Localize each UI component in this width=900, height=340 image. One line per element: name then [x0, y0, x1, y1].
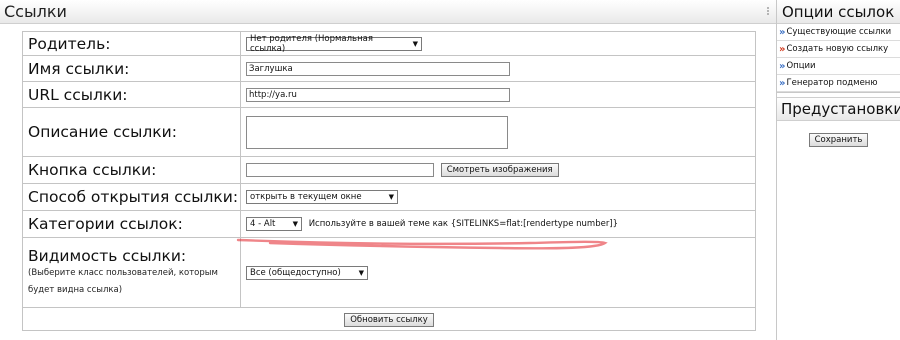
- page: Ссылки Родитель: Нет родителя (Нормальна…: [0, 0, 900, 340]
- link-edit-form: Родитель: Нет родителя (Нормальная ссылк…: [22, 31, 756, 331]
- form-row-open-mode: Способ открытия ссылки: открыть в текуще…: [22, 183, 756, 211]
- visibility-select[interactable]: Все (общедоступно) ▼: [246, 265, 368, 280]
- update-link-button[interactable]: Обновить ссылку: [344, 313, 434, 327]
- sidebar-title: Опции ссылок: [777, 0, 900, 24]
- categories-label: Категории ссылок:: [22, 210, 241, 238]
- sidebar-item-label: Существующие ссылки: [786, 27, 892, 37]
- page-title: Ссылки: [4, 2, 67, 21]
- main-panel: Ссылки Родитель: Нет родителя (Нормальна…: [0, 0, 777, 340]
- parent-label: Родитель:: [22, 31, 241, 56]
- presets-save-wrapper: Сохранить: [777, 133, 900, 147]
- visibility-label: Видимость ссылки:: [28, 246, 187, 265]
- view-images-button[interactable]: Смотреть изображения: [440, 163, 559, 177]
- sidebar: Опции ссылок » Существующие ссылки » Соз…: [777, 0, 900, 340]
- resize-grip-icon[interactable]: [764, 6, 772, 18]
- visibility-sublabel: (Выберите класс пользователей, которым б…: [28, 267, 218, 295]
- link-name-label: Имя ссылки:: [22, 55, 241, 82]
- sidebar-item-create-link[interactable]: » Создать новую ссылку: [777, 41, 900, 58]
- button-label: Кнопка ссылки:: [22, 156, 241, 184]
- form-row-link-url: URL ссылки: http://ya.ru: [22, 81, 756, 108]
- sidebar-item-label: Опции: [786, 61, 816, 71]
- form-row-categories: Категории ссылок: 4 - Alt ▼ Используйте …: [22, 210, 756, 238]
- chevron-down-icon: ▼: [292, 220, 298, 228]
- link-url-input[interactable]: http://ya.ru: [246, 87, 510, 102]
- double-chevron-icon: »: [779, 77, 786, 89]
- sidebar-item-submenu-generator[interactable]: » Генератор подменю: [777, 75, 900, 92]
- visibility-label-cell: Видимость ссылки: (Выберите класс пользо…: [22, 237, 241, 308]
- open-mode-label: Способ открытия ссылки:: [22, 183, 241, 211]
- categories-hint: Используйте в вашей теме как {SITELINKS=…: [308, 219, 619, 229]
- form-row-button: Кнопка ссылки: Смотреть изображения: [22, 156, 756, 184]
- chevron-down-icon: ▼: [388, 193, 394, 201]
- open-mode-select[interactable]: открыть в текущем окне ▼: [246, 190, 398, 204]
- parent-select[interactable]: Нет родителя (Нормальная ссылка) ▼: [246, 33, 422, 54]
- form-row-submit: Обновить ссылку: [22, 307, 756, 331]
- sidebar-item-existing-links[interactable]: » Существующие ссылки: [777, 24, 900, 41]
- link-name-input[interactable]: Заглушка: [246, 61, 510, 76]
- main-header: Ссылки: [0, 0, 776, 24]
- save-preset-button[interactable]: Сохранить: [808, 133, 869, 147]
- description-label: Описание ссылки:: [22, 107, 241, 157]
- sidebar-item-options[interactable]: » Опции: [777, 58, 900, 75]
- description-textarea[interactable]: [246, 115, 508, 149]
- chevron-down-icon: ▼: [358, 268, 364, 277]
- button-image-input[interactable]: [246, 163, 434, 177]
- sidebar-item-label: Создать новую ссылку: [786, 44, 889, 54]
- double-chevron-icon: »: [779, 26, 786, 38]
- open-mode-select-value: открыть в текущем окне: [250, 192, 362, 202]
- submit-cell: Обновить ссылку: [22, 307, 756, 331]
- double-chevron-icon: »: [779, 60, 786, 72]
- double-chevron-icon: »: [779, 43, 786, 55]
- form-row-link-name: Имя ссылки: Заглушка: [22, 55, 756, 82]
- form-row-description: Описание ссылки:: [22, 107, 756, 157]
- link-url-label: URL ссылки:: [22, 81, 241, 108]
- sidebar-menu: » Существующие ссылки » Создать новую сс…: [777, 24, 900, 93]
- sidebar-item-label: Генератор подменю: [786, 78, 878, 88]
- chevron-down-icon: ▼: [412, 39, 418, 48]
- form-row-parent: Родитель: Нет родителя (Нормальная ссылк…: [22, 31, 756, 56]
- form-row-visibility: Видимость ссылки: (Выберите класс пользо…: [22, 237, 756, 308]
- presets-title: Предустановки: [777, 97, 900, 121]
- categories-select[interactable]: 4 - Alt ▼: [246, 217, 302, 231]
- visibility-select-value: Все (общедоступно): [250, 267, 341, 278]
- categories-select-value: 4 - Alt: [250, 219, 276, 229]
- parent-select-value: Нет родителя (Нормальная ссылка): [250, 33, 373, 54]
